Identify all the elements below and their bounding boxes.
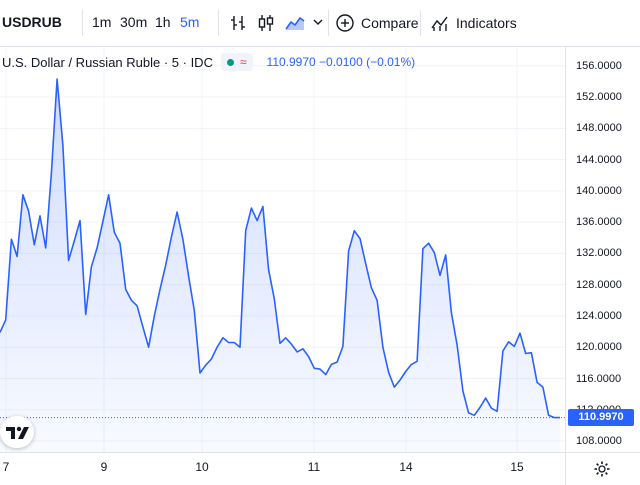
price-tick-label: 136.0000 (576, 216, 622, 229)
price-area-fill (0, 79, 560, 452)
price-tick-label: 148.0000 (576, 122, 622, 135)
series-legend: U.S. Dollar / Russian Ruble · 5 · IDC ≈ … (0, 52, 415, 72)
price-tick-label: 132.0000 (576, 247, 622, 260)
bar-type-icon[interactable] (228, 13, 248, 33)
interval-1m-button[interactable]: 1m (92, 14, 111, 30)
interval-5m-button[interactable]: 5m (180, 14, 199, 30)
toolbar-divider (420, 10, 421, 36)
indicators-icon (431, 16, 448, 31)
price-tick-label: 120.0000 (576, 341, 622, 354)
legend-values: 110.9970 −0.0100 (−0.01%) (266, 55, 416, 69)
time-tick-label: 9 (100, 460, 108, 474)
tradingview-logo-icon (6, 426, 29, 439)
series-name: U.S. Dollar / Russian Ruble · 5 · IDC (2, 54, 213, 70)
time-tick-label: 10 (195, 460, 209, 474)
top-toolbar: USDRUB 1m 30m 1h 5m Compare Indicators (0, 0, 640, 47)
market-status-dot-icon (226, 58, 234, 66)
chart-settings-cell (565, 452, 640, 485)
price-tick-label: 116.0000 (576, 372, 622, 385)
price-tick-label: 124.0000 (576, 309, 622, 322)
last-price-label: 110.9970 (568, 409, 634, 427)
price-tick-label: 144.0000 (576, 153, 622, 166)
interval-30m-button[interactable]: 30m (120, 14, 147, 30)
area-icon[interactable] (284, 13, 306, 33)
indicators-label: Indicators (456, 15, 517, 31)
price-tick-label: 140.0000 (576, 184, 622, 197)
legend-status-pill[interactable]: ≈ (220, 53, 253, 71)
compare-label: Compare (361, 15, 419, 31)
candles-icon[interactable] (256, 13, 276, 33)
chart-pane[interactable] (0, 47, 565, 452)
compare-button[interactable]: Compare (335, 13, 419, 33)
indicators-button[interactable]: Indicators (430, 13, 517, 33)
price-tick-label: 152.0000 (576, 91, 622, 104)
price-scale[interactable]: 108.0000112.0000116.0000120.0000124.0000… (565, 47, 640, 452)
price-tick-label: 156.0000 (576, 59, 622, 72)
toolbar-divider (82, 10, 83, 36)
time-scale[interactable]: 7 9 10 11 14 15 (0, 452, 565, 485)
toolbar-divider (328, 10, 329, 36)
price-tick-label: 128.0000 (576, 278, 622, 291)
price-tick-label: 108.0000 (576, 435, 622, 448)
price-chart[interactable] (0, 47, 565, 452)
time-tick-label: 11 (307, 460, 321, 474)
time-tick-label: 14 (399, 460, 413, 474)
gear-icon[interactable] (593, 460, 611, 478)
interval-1h-button[interactable]: 1h (155, 14, 171, 30)
time-tick-label: 7 (2, 460, 10, 474)
wave-icon: ≈ (239, 55, 247, 69)
time-tick-label: 15 (510, 460, 524, 474)
chevron-down-icon[interactable] (312, 16, 324, 28)
tradingview-logo[interactable] (0, 416, 34, 448)
symbol-search-button[interactable]: USDRUB (2, 14, 62, 30)
toolbar-divider (218, 10, 219, 36)
plus-circle-icon (336, 14, 354, 32)
